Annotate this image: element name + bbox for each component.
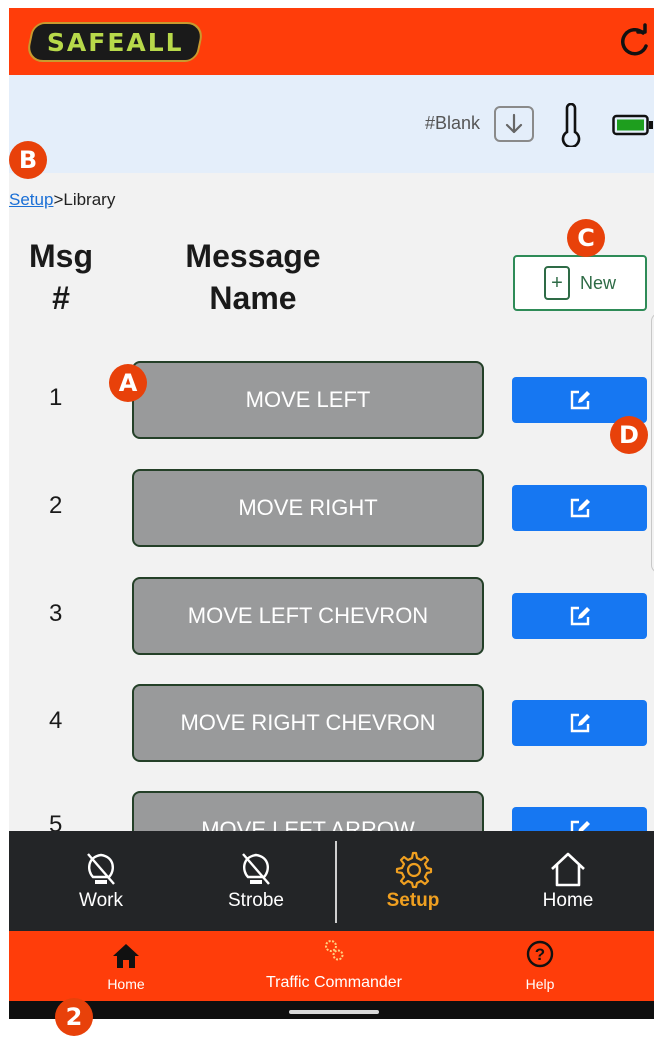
edit-icon [570, 606, 590, 626]
thermometer-icon [561, 103, 581, 147]
nav-home[interactable]: Home [498, 831, 638, 931]
house-outline-icon [551, 852, 585, 887]
annotation-badge-a: A [109, 364, 147, 402]
nav-strobe[interactable]: Strobe [186, 831, 326, 931]
new-message-button[interactable]: + New [513, 255, 647, 311]
column-header-msg-number: Msg # [21, 236, 101, 319]
edit-icon [570, 713, 590, 733]
refresh-icon[interactable] [614, 22, 654, 62]
strobe-off-icon [242, 853, 270, 885]
gesture-bar [9, 1001, 654, 1019]
nav2-help[interactable]: ? Help [493, 931, 587, 1001]
primary-nav: Work Strobe Setup Home [9, 831, 654, 931]
nav-setup-label: Setup [386, 890, 440, 911]
edit-button-2[interactable] [512, 485, 647, 531]
column-header-msg-line1: Msg [29, 238, 93, 274]
nav-divider [335, 841, 337, 923]
nav-home-label: Home [542, 890, 594, 911]
message-button-1[interactable]: MOVE LEFT [132, 361, 484, 439]
message-button-2[interactable]: MOVE RIGHT [132, 469, 484, 547]
column-header-name-line1: Message [185, 238, 321, 274]
nav2-traffic-commander[interactable]: Traffic Commander [229, 931, 439, 1001]
row-number: 2 [49, 492, 63, 519]
message-button-3[interactable]: MOVE LEFT CHEVRON [132, 577, 484, 655]
column-header-name-line2: Name [209, 279, 297, 316]
edit-button-3[interactable] [512, 593, 647, 639]
annotation-badge-d: D [610, 416, 648, 454]
breadcrumb-current: >Library [53, 190, 116, 209]
light-off-icon [87, 853, 115, 885]
column-header-message-name: Message Name [163, 236, 343, 319]
plus-square-icon: + [543, 266, 570, 300]
logo-text: SAFEALL [46, 27, 184, 57]
status-bar: #Blank [9, 75, 654, 173]
annotation-badge-2: 2 [55, 998, 93, 1036]
secondary-nav: Home Traffic Commander ? Help [9, 931, 654, 1001]
top-bar: SAFEALL [9, 8, 654, 75]
gesture-handle[interactable] [289, 1010, 379, 1014]
nav2-home[interactable]: Home [79, 931, 173, 1001]
row-number: 4 [49, 707, 63, 734]
new-button-label: New [579, 272, 616, 293]
battery-icon [612, 114, 653, 136]
column-header-msg-line2: # [52, 279, 70, 316]
nav-strobe-label: Strobe [228, 890, 284, 911]
nav2-home-label: Home [107, 976, 145, 992]
sign-label: #Blank [425, 113, 481, 133]
row-number: 3 [49, 600, 63, 627]
edit-icon [570, 498, 590, 518]
safeall-logo: SAFEALL [24, 22, 206, 62]
gear-icon [395, 851, 433, 889]
app-screen: SAFEALL #Blank Setup>Library Msg # Messa… [9, 8, 654, 1019]
arrow-down-icon [505, 113, 523, 134]
message-button-4[interactable]: MOVE RIGHT CHEVRON [132, 684, 484, 762]
row-number: 1 [49, 384, 63, 411]
nav-setup[interactable]: Setup [343, 831, 483, 931]
edit-icon [570, 390, 590, 410]
nav-work[interactable]: Work [31, 831, 171, 931]
nav-work-label: Work [79, 890, 123, 911]
annotation-badge-c: C [567, 219, 605, 257]
download-button[interactable] [494, 106, 534, 142]
nav2-help-label: Help [525, 976, 555, 992]
annotation-badge-b: B [9, 141, 47, 179]
edit-button-4[interactable] [512, 700, 647, 746]
help-icon: ? [526, 940, 554, 968]
home-icon [113, 944, 139, 968]
breadcrumb-setup-link[interactable]: Setup [9, 190, 53, 209]
nav2-traffic-label: Traffic Commander [265, 974, 403, 991]
svg-text:?: ? [535, 945, 545, 964]
gears-icon [325, 940, 344, 961]
breadcrumb: Setup>Library [9, 190, 115, 210]
